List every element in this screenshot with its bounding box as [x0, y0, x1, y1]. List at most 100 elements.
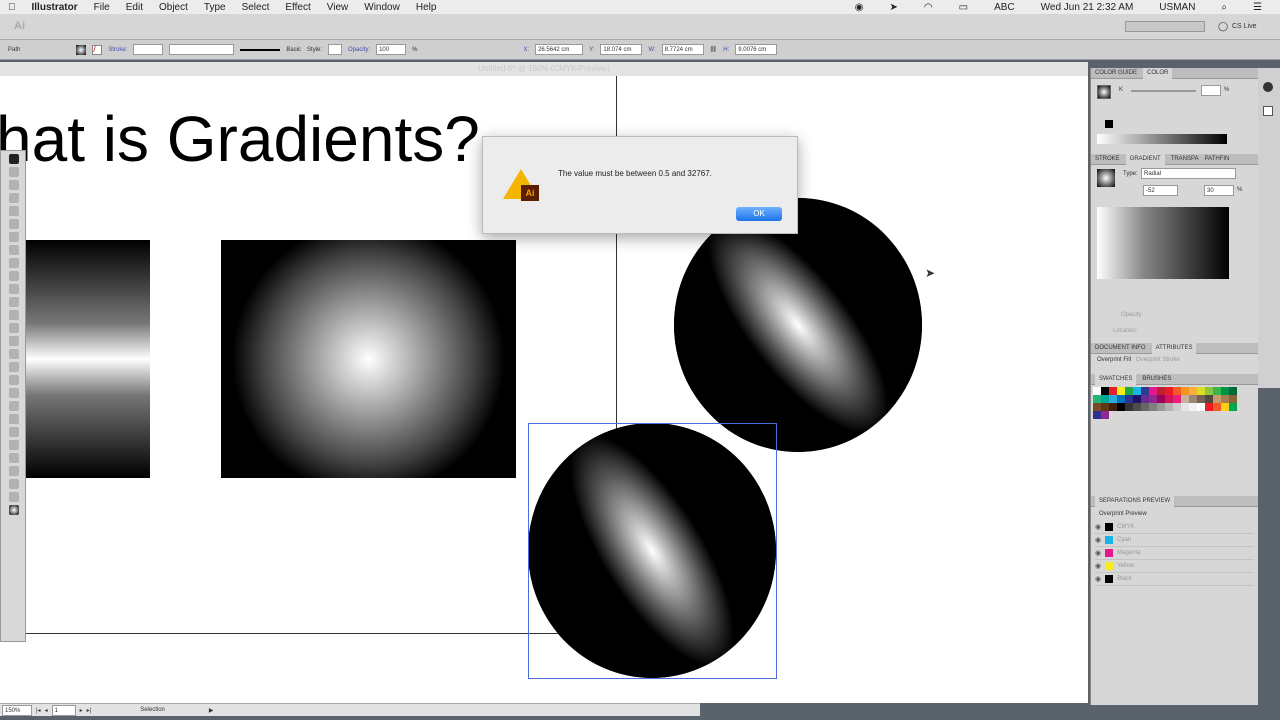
tab-brushes[interactable]: BRUSHES — [1142, 376, 1171, 382]
swatch[interactable] — [1157, 403, 1165, 411]
spotlight-icon[interactable]: ⌕ — [1221, 2, 1227, 13]
swatch[interactable] — [1229, 403, 1237, 411]
linear-gradient-rectangle[interactable] — [26, 240, 150, 478]
swatch[interactable] — [1205, 387, 1213, 395]
ok-button[interactable]: OK — [736, 207, 782, 221]
scale-tool-icon[interactable] — [9, 310, 19, 320]
eye-icon[interactable]: ◉ — [1095, 523, 1101, 531]
style-select[interactable] — [328, 44, 343, 55]
eye-icon[interactable]: ◉ — [1095, 562, 1101, 570]
line-tool-icon[interactable] — [9, 232, 19, 242]
swatch[interactable] — [1093, 395, 1101, 403]
fill-swatch[interactable] — [1097, 85, 1111, 99]
swatch[interactable] — [1133, 403, 1141, 411]
cs-live-icon[interactable]: ◯ — [1218, 21, 1228, 32]
user-name[interactable]: USMAN — [1159, 2, 1195, 13]
tab-color[interactable]: COLOR — [1143, 67, 1173, 79]
k-input[interactable] — [1201, 85, 1221, 96]
menu-edit[interactable]: Edit — [126, 2, 143, 13]
swatch[interactable] — [1117, 403, 1125, 411]
overprint-stroke-checkbox[interactable]: Overprint Stroke — [1136, 357, 1180, 363]
plate-row[interactable]: ◉ Magenta — [1095, 547, 1254, 560]
swatch[interactable] — [1197, 403, 1205, 411]
symbol-sprayer-tool-icon[interactable] — [9, 427, 19, 437]
eye-icon[interactable]: ◉ — [1095, 536, 1101, 544]
location-icon[interactable]: ➤ — [890, 2, 898, 13]
tab-swatches[interactable]: SWATCHES — [1095, 373, 1137, 385]
fill-swatch[interactable] — [76, 44, 87, 55]
swatch[interactable] — [1157, 387, 1165, 395]
rotate-tool-icon[interactable] — [9, 297, 19, 307]
link-icon[interactable]: ⛓ — [710, 46, 718, 53]
last-artboard-icon[interactable]: ▸| — [87, 707, 92, 714]
x-input[interactable]: 26.5642 cm — [535, 44, 584, 55]
stroke-profile[interactable]: Basic — [286, 47, 301, 53]
swatch[interactable] — [1157, 395, 1165, 403]
next-artboard-icon[interactable]: ▸ — [80, 707, 83, 714]
menu-file[interactable]: File — [94, 2, 110, 13]
blend-tool-icon[interactable] — [9, 414, 19, 424]
swatch[interactable] — [1197, 387, 1205, 395]
swatch[interactable] — [1189, 403, 1197, 411]
fill-stroke-icon[interactable] — [9, 505, 19, 515]
swatch[interactable] — [1173, 395, 1181, 403]
graph-tool-icon[interactable] — [9, 440, 19, 450]
paintbrush-tool-icon[interactable] — [9, 258, 19, 268]
swatch[interactable] — [1101, 395, 1109, 403]
swatch[interactable] — [1229, 395, 1237, 403]
plate-row[interactable]: ◉ CMYK — [1095, 521, 1254, 534]
tab-gradient[interactable]: GRADIENT — [1125, 153, 1165, 165]
swatch[interactable] — [1213, 395, 1221, 403]
swatch[interactable] — [1133, 395, 1141, 403]
swatch[interactable] — [1181, 387, 1189, 395]
tab-color-guide[interactable]: COLOR GUIDE — [1095, 70, 1137, 76]
input-source[interactable]: ABC — [994, 2, 1015, 13]
tab-transparency[interactable]: TRANSPA — [1171, 156, 1199, 162]
swatch[interactable] — [1221, 387, 1229, 395]
swatch[interactable] — [1141, 387, 1149, 395]
pencil-tool-icon[interactable] — [9, 271, 19, 281]
zoom-tool-icon[interactable] — [9, 492, 19, 502]
swatch[interactable] — [1093, 387, 1101, 395]
overprint-preview-checkbox[interactable]: Overprint Preview — [1091, 507, 1258, 521]
record-icon[interactable]: ◉ — [855, 2, 864, 13]
swatch[interactable] — [1149, 387, 1157, 395]
menu-view[interactable]: View — [327, 2, 349, 13]
tab-pathfinder[interactable]: PATHFIN — [1205, 156, 1230, 162]
gradient-type-select[interactable]: Radial — [1141, 168, 1236, 179]
swatch[interactable] — [1181, 395, 1189, 403]
radial-gradient-square[interactable] — [221, 240, 516, 478]
artboard-number-input[interactable]: 1 — [51, 704, 76, 716]
menu-help[interactable]: Help — [416, 2, 437, 13]
menu-effect[interactable]: Effect — [285, 2, 310, 13]
direct-selection-tool-icon[interactable] — [9, 167, 19, 177]
swatch[interactable] — [1213, 387, 1221, 395]
appearance-panel-icon[interactable] — [1263, 106, 1273, 116]
angle-input[interactable]: -52 — [1143, 185, 1178, 196]
swatch[interactable] — [1093, 411, 1101, 419]
swatch[interactable] — [1101, 403, 1109, 411]
width-tool-icon[interactable] — [9, 323, 19, 333]
swatch[interactable] — [1173, 387, 1181, 395]
swatch[interactable] — [1205, 395, 1213, 403]
swatch[interactable] — [1101, 411, 1109, 419]
plate-row[interactable]: ◉ Cyan — [1095, 534, 1254, 547]
magic-wand-tool-icon[interactable] — [9, 180, 19, 190]
gradient-circle[interactable] — [674, 198, 922, 452]
swatch[interactable] — [1229, 387, 1237, 395]
status-menu-icon[interactable]: ▶ — [209, 707, 214, 714]
swatch[interactable] — [1125, 403, 1133, 411]
notification-icon[interactable]: ☰ — [1253, 2, 1262, 13]
mesh-tool-icon[interactable] — [9, 375, 19, 385]
gradient-preview[interactable] — [1097, 169, 1115, 187]
eye-icon[interactable]: ◉ — [1095, 575, 1101, 583]
menu-object[interactable]: Object — [159, 2, 188, 13]
swatch[interactable] — [1141, 395, 1149, 403]
eye-icon[interactable]: ◉ — [1095, 549, 1101, 557]
last-color-swatch[interactable] — [1105, 120, 1113, 128]
menu-window[interactable]: Window — [364, 2, 400, 13]
plate-row[interactable]: ◉ Yellow — [1095, 560, 1254, 573]
lasso-tool-icon[interactable] — [9, 193, 19, 203]
pen-tool-icon[interactable] — [9, 206, 19, 216]
swatch[interactable] — [1101, 387, 1109, 395]
